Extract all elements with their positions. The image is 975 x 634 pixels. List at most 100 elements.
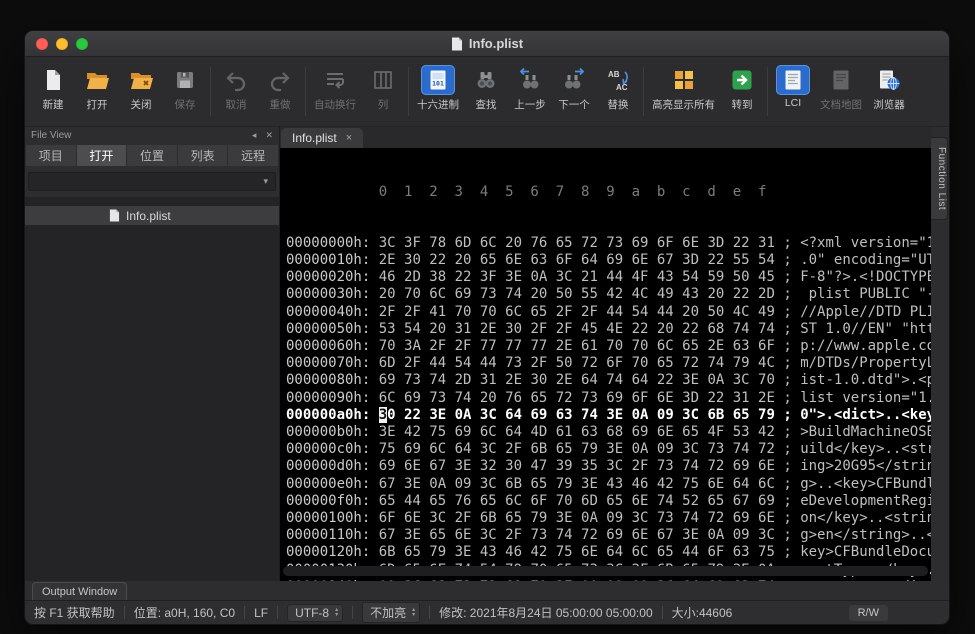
toolbar-button-hex-view[interactable]: 101十六进制 (412, 63, 464, 114)
save-icon (168, 65, 202, 95)
document-icon (451, 37, 463, 51)
toolbar-button-find-previous[interactable]: 上一步 (508, 63, 552, 114)
toolbar-button-open-folder[interactable]: 打开 (75, 63, 119, 114)
sidebar-tab-项目[interactable]: 项目 (26, 145, 76, 166)
hex-bytes[interactable]: 3C 3F 78 6D 6C 20 76 65 72 73 69 6F 6E 3… (379, 235, 775, 251)
hex-row[interactable]: 00000030h: 20 70 6C 69 73 74 20 50 55 42… (286, 286, 931, 303)
hex-bytes[interactable]: 70 3A 2F 2F 77 77 77 2E 61 70 70 6C 65 2… (379, 338, 775, 354)
hex-row[interactable]: 000000f0h: 65 44 65 76 65 6C 6F 70 6D 65… (286, 493, 931, 510)
hex-ascii[interactable]: uild</key>..<str (800, 441, 931, 457)
hex-ascii[interactable]: ST 1.0//EN" "htt (800, 321, 931, 337)
hex-bytes[interactable]: 6D 2F 44 54 44 73 2F 50 72 6F 70 65 72 7… (379, 355, 775, 371)
toolbar-button-undo[interactable]: 取消 (214, 63, 258, 114)
hex-ascii[interactable]: on</key>..<strin (800, 510, 931, 526)
tab-info-plist[interactable]: Info.plist × (281, 128, 363, 148)
file-list-item[interactable]: Info.plist (25, 206, 279, 225)
toolbar-button-highlight-all[interactable]: 高亮显示所有 (647, 63, 720, 114)
hex-ascii[interactable]: .0" encoding="UT (800, 252, 931, 268)
hex-ascii[interactable]: 0">.<dict>..<key (800, 407, 931, 423)
file-filter-dropdown[interactable]: ▾ (28, 172, 276, 191)
hex-row[interactable]: 00000090h: 6C 69 73 74 20 76 65 72 73 69… (286, 390, 931, 407)
minimize-window-button[interactable] (56, 38, 68, 50)
hex-bytes[interactable]: 6C 69 73 74 20 76 65 72 73 69 6F 6E 3D 2… (379, 390, 775, 406)
horizontal-scrollbar[interactable] (283, 566, 928, 576)
hex-bytes[interactable]: 69 73 74 2D 31 2E 30 2E 64 74 64 22 3E 0… (379, 372, 775, 388)
hex-row[interactable]: 00000110h: 67 3E 65 6E 3C 2F 73 74 72 69… (286, 527, 931, 544)
hex-row[interactable]: 00000040h: 2F 2F 41 70 70 6C 65 2F 2F 44… (286, 304, 931, 321)
hex-row[interactable]: 00000010h: 2E 30 22 20 65 6E 63 6F 64 69… (286, 252, 931, 269)
toolbar-button-goto[interactable]: 转到 (720, 63, 764, 114)
toolbar-button-redo[interactable]: 重做 (258, 63, 302, 114)
hex-row[interactable]: 00000050h: 53 54 20 31 2E 30 2F 2F 45 4E… (286, 321, 931, 338)
sidebar-tab-列表[interactable]: 列表 (178, 145, 228, 166)
hex-bytes[interactable]: 20 70 6C 69 73 74 20 50 55 42 4C 49 43 2… (379, 286, 775, 302)
hex-row[interactable]: 00000020h: 46 2D 38 22 3F 3E 0A 3C 21 44… (286, 269, 931, 286)
toolbar-button-close-folder[interactable]: 关闭 (119, 63, 163, 114)
toolbar-button-column-mode[interactable]: 列 (361, 63, 405, 114)
zoom-window-button[interactable] (76, 38, 88, 50)
hex-ascii[interactable]: m/DTDs/PropertyL (800, 355, 931, 371)
hex-bytes[interactable]: 2E 30 22 20 65 6E 63 6F 64 69 6E 67 3D 2… (379, 252, 775, 268)
sidebar-tab-位置[interactable]: 位置 (127, 145, 177, 166)
hex-row[interactable]: 00000120h: 6B 65 79 3E 43 46 42 75 6E 64… (286, 544, 931, 561)
hex-row[interactable]: 000000b0h: 3E 42 75 69 6C 64 4D 61 63 68… (286, 424, 931, 441)
hex-bytes[interactable]: 3E 42 75 69 6C 64 4D 61 63 68 69 6E 65 4… (379, 424, 775, 440)
toolbar-button-label: 保存 (175, 97, 196, 112)
hex-editor[interactable]: 0 1 2 3 4 5 6 7 8 9 a b c d e f 00000000… (280, 148, 931, 581)
hex-bytes[interactable]: 6F 6E 3C 2F 6B 65 79 3E 0A 09 3C 73 74 7… (379, 510, 775, 526)
collapse-panel-icon[interactable]: ◂ (252, 130, 257, 141)
statusbar-select-encoding[interactable]: UTF-8▴▾ (287, 604, 343, 622)
tab-function-list[interactable]: Function List (931, 137, 948, 220)
hex-bytes[interactable]: 6B 65 79 3E 43 46 42 75 6E 64 6C 65 44 6… (379, 544, 775, 560)
hex-ascii[interactable]: //Apple//DTD PLI (800, 304, 931, 320)
hex-row[interactable]: 00000000h: 3C 3F 78 6D 6C 20 76 65 72 73… (286, 235, 931, 252)
toolbar-button-new-document[interactable]: 新建 (31, 63, 75, 114)
hex-bytes[interactable]: 46 2D 38 22 3F 3E 0A 3C 21 44 4F 43 54 5… (379, 269, 775, 285)
toolbar-button-browser[interactable]: 浏览器 (867, 63, 911, 114)
hex-bytes[interactable]: 30 22 3E 0A 3C 64 69 63 74 3E 0A 09 3C 6… (379, 407, 775, 423)
hex-ascii[interactable]: F-8"?>.<!DOCTYPE (800, 269, 931, 285)
hex-bytes[interactable]: 67 3E 65 6E 3C 2F 73 74 72 69 6E 67 3E 0… (379, 527, 775, 543)
hex-ascii[interactable]: list version="1. (800, 390, 931, 406)
toolbar-button-find[interactable]: 查找 (464, 63, 508, 114)
toolbar-button-replace[interactable]: ABAC替换 (596, 63, 640, 114)
statusbar-select-highlight-mode[interactable]: 不加亮▴▾ (362, 602, 420, 623)
tab-output-window[interactable]: Output Window (32, 582, 127, 600)
toolbar-button-save[interactable]: 保存 (163, 63, 207, 114)
hex-ascii[interactable]: ing>20G95</strin (800, 458, 931, 474)
hex-row[interactable]: 00000070h: 6D 2F 44 54 44 73 2F 50 72 6F… (286, 355, 931, 372)
hex-bytes[interactable]: 75 69 6C 64 3C 2F 6B 65 79 3E 0A 09 3C 7… (379, 441, 775, 457)
hex-ascii[interactable]: eDevelopmentRegi (800, 493, 931, 509)
hex-ascii[interactable]: key>CFBundleDocu (800, 544, 931, 560)
toolbar-button-lci[interactable]: LCI (771, 63, 815, 111)
hex-ascii[interactable]: <?xml version="1 (800, 235, 931, 251)
read-write-toggle[interactable]: R/W (849, 605, 888, 621)
close-panel-icon[interactable]: ✕ (265, 130, 273, 141)
hex-row[interactable]: 000000c0h: 75 69 6C 64 3C 2F 6B 65 79 3E… (286, 441, 931, 458)
hex-bytes[interactable]: 2F 2F 41 70 70 6C 65 2F 2F 44 54 44 20 5… (379, 304, 775, 320)
toolbar-button-word-wrap[interactable]: 自动换行 (309, 63, 361, 114)
hex-row[interactable]: 00000080h: 69 73 74 2D 31 2E 30 2E 64 74… (286, 372, 931, 389)
sidebar-tab-远程[interactable]: 远程 (228, 145, 278, 166)
hex-bytes[interactable]: 65 44 65 76 65 6C 6F 70 6D 65 6E 74 52 6… (379, 493, 775, 509)
hex-bytes[interactable]: 53 54 20 31 2E 30 2F 2F 45 4E 22 20 22 6… (379, 321, 775, 337)
hex-bytes[interactable]: 69 6E 67 3E 32 30 47 39 35 3C 2F 73 74 7… (379, 458, 775, 474)
hex-ascii[interactable]: >BuildMachineOSB (800, 424, 931, 440)
hex-row[interactable]: 000000a0h: 30 22 3E 0A 3C 64 69 63 74 3E… (286, 407, 931, 424)
hex-ascii[interactable]: plist PUBLIC "- (800, 286, 931, 302)
hex-row[interactable]: 00000100h: 6F 6E 3C 2F 6B 65 79 3E 0A 09… (286, 510, 931, 527)
hex-bytes[interactable]: 67 3E 0A 09 3C 6B 65 79 3E 43 46 42 75 6… (379, 476, 775, 492)
hex-row[interactable]: 000000d0h: 69 6E 67 3E 32 30 47 39 35 3C… (286, 458, 931, 475)
close-window-button[interactable] (36, 38, 48, 50)
hex-row[interactable]: 00000060h: 70 3A 2F 2F 77 77 77 2E 61 70… (286, 338, 931, 355)
hex-ascii[interactable]: g>..<key>CFBundl (800, 476, 931, 492)
toolbar-button-find-next[interactable]: 下一个 (552, 63, 596, 114)
toolbar-button-document-map[interactable]: 文档地图 (815, 63, 867, 114)
hex-row[interactable]: 000000e0h: 67 3E 0A 09 3C 6B 65 79 3E 43… (286, 476, 931, 493)
hex-ascii[interactable]: ist-1.0.dtd">.<p (800, 372, 931, 388)
hex-ascii[interactable]: g>en</string>..< (800, 527, 931, 543)
tab-close-icon[interactable]: × (346, 132, 352, 144)
sidebar-tab-打开[interactable]: 打开 (77, 145, 127, 166)
titlebar[interactable]: Info.plist (25, 31, 949, 57)
hex-ascii[interactable]: p://www.apple.co (800, 338, 931, 354)
